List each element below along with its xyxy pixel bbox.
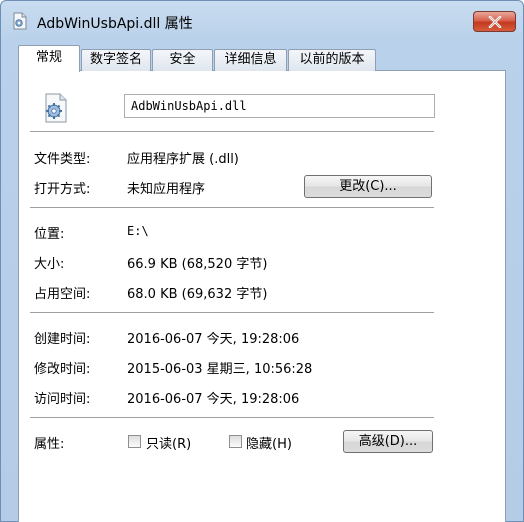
tab-details[interactable]: 详细信息 xyxy=(214,49,287,71)
file-type-value: 应用程序扩展 (.dll) xyxy=(127,152,239,167)
tab-previous-versions-label: 以前的版本 xyxy=(299,52,365,67)
created-value: 2016-06-07 今天, 19:28:06 xyxy=(127,332,300,347)
tab-general-label: 常规 xyxy=(35,50,62,65)
window-title: AdbWinUsbApi.dll 属性 xyxy=(37,16,193,32)
separator xyxy=(30,131,434,133)
close-icon xyxy=(488,15,501,28)
location-value: E:\ xyxy=(127,224,149,238)
accessed-label: 访问时间: xyxy=(34,392,91,407)
title-bar[interactable]: AdbWinUsbApi.dll 属性 xyxy=(1,1,523,41)
close-button[interactable] xyxy=(473,11,516,32)
separator xyxy=(30,312,434,314)
hidden-label[interactable]: 隐藏(H) xyxy=(246,433,292,452)
tab-security-label: 安全 xyxy=(169,52,196,67)
change-button[interactable]: 更改(C)... xyxy=(304,175,432,198)
size-label: 大小: xyxy=(34,257,65,272)
filename-input[interactable]: AdbWinUsbApi.dll xyxy=(124,94,435,118)
readonly-checkbox[interactable] xyxy=(128,435,141,448)
hidden-checkbox[interactable] xyxy=(229,435,242,448)
modified-label: 修改时间: xyxy=(34,362,91,377)
tab-digital-signatures[interactable]: 数字签名 xyxy=(81,49,151,71)
tab-strip: 常规 数字签名 安全 详细信息 以前的版本 xyxy=(18,45,418,72)
tab-general[interactable]: 常规 xyxy=(18,45,80,72)
size-value: 66.9 KB (68,520 字节) xyxy=(127,257,268,272)
open-with-value: 未知应用程序 xyxy=(127,182,206,197)
created-label: 创建时间: xyxy=(34,332,91,347)
open-with-label: 打开方式: xyxy=(34,182,91,197)
attributes-label: 属性: xyxy=(34,437,65,452)
readonly-label[interactable]: 只读(R) xyxy=(146,433,191,452)
tab-security[interactable]: 安全 xyxy=(152,49,213,71)
advanced-button[interactable]: 高级(D)... xyxy=(343,430,433,453)
location-label: 位置: xyxy=(34,227,65,242)
dll-file-icon-large xyxy=(45,93,67,123)
modified-value: 2015-06-03 星期三, 10:56:28 xyxy=(127,362,313,377)
separator xyxy=(30,207,434,209)
size-on-disk-value: 68.0 KB (69,632 字节) xyxy=(127,287,268,302)
dll-file-icon xyxy=(13,12,27,30)
tab-digital-signatures-label: 数字签名 xyxy=(89,52,142,67)
separator xyxy=(30,417,434,419)
accessed-value: 2016-06-07 今天, 19:28:06 xyxy=(127,392,300,407)
tab-previous-versions[interactable]: 以前的版本 xyxy=(288,49,376,71)
file-type-label: 文件类型: xyxy=(34,152,91,167)
size-on-disk-label: 占用空间: xyxy=(34,287,91,302)
tab-details-label: 详细信息 xyxy=(224,52,277,67)
